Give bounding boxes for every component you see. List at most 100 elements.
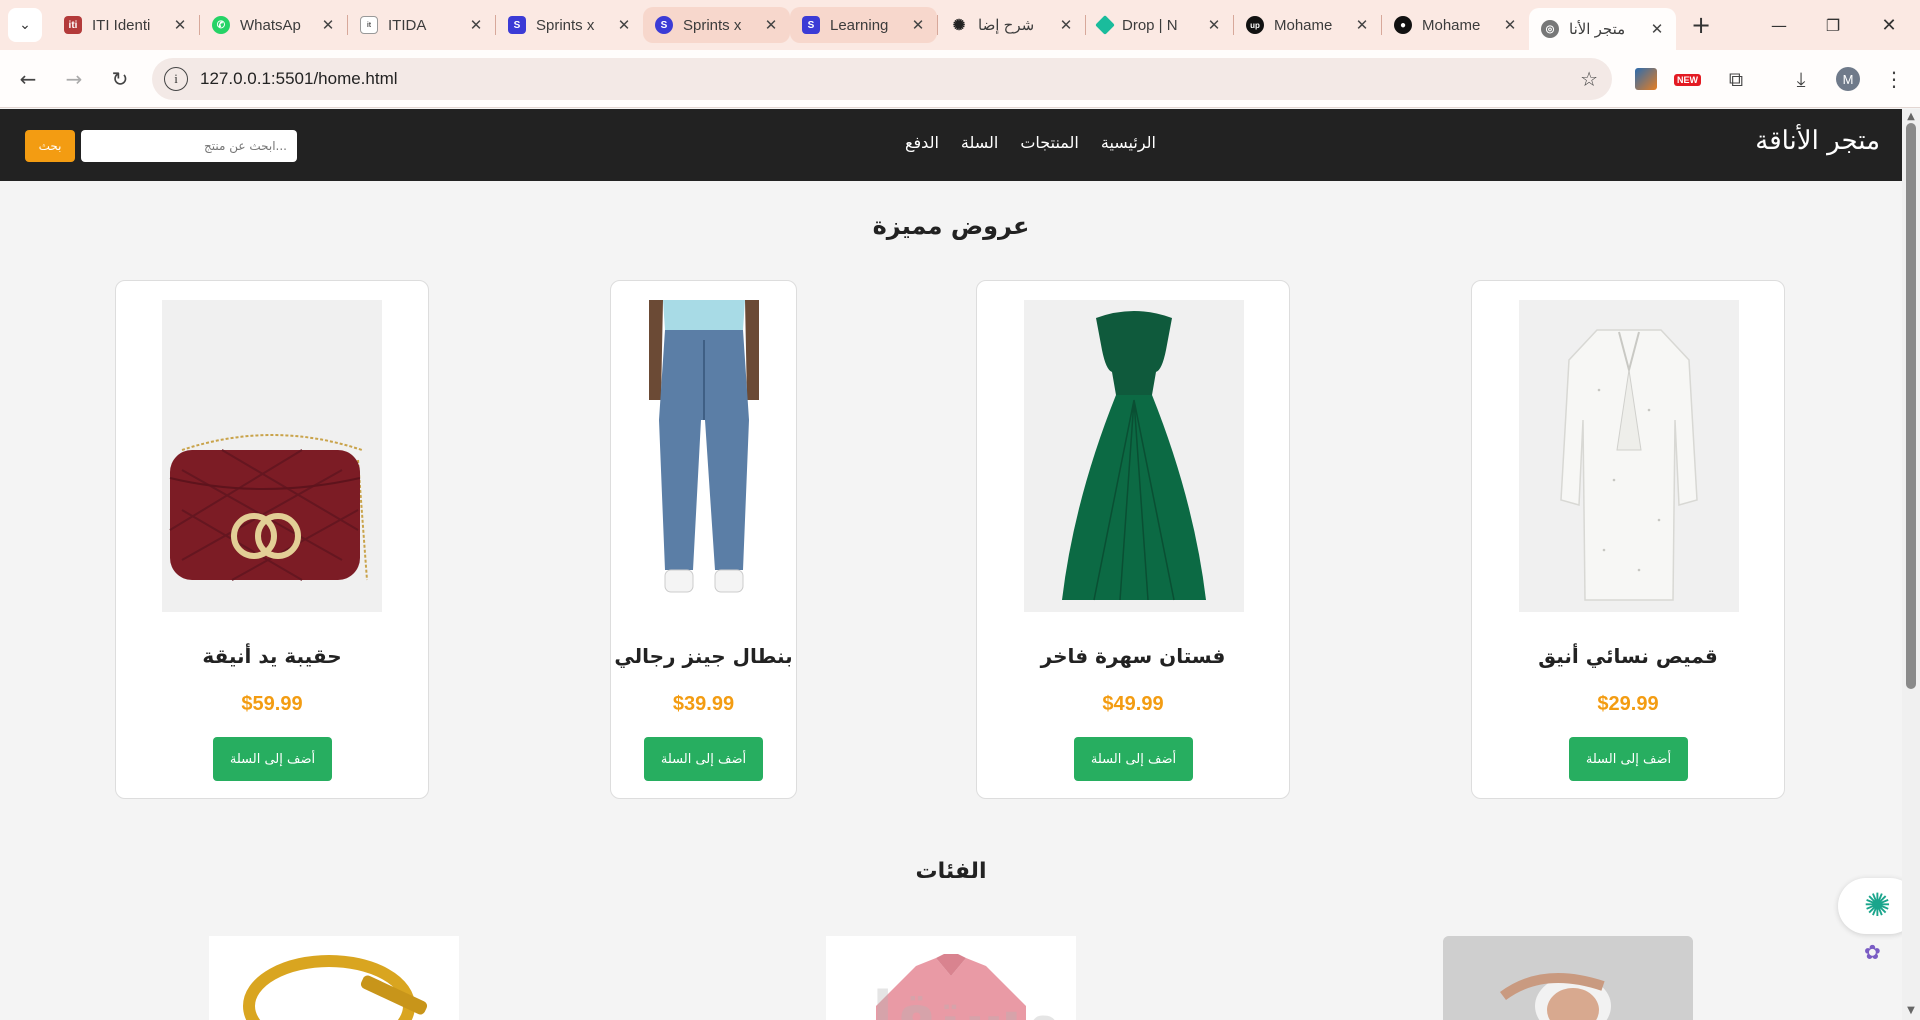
site-info-icon[interactable]: i <box>164 67 188 91</box>
scrollbar-thumb[interactable] <box>1906 123 1916 689</box>
profile-avatar[interactable]: M <box>1834 66 1862 92</box>
browser-tab[interactable]: ✆ WhatsAp ✕ <box>200 7 347 43</box>
reload-icon: ↻ <box>111 66 129 91</box>
menu-dots-icon[interactable]: ⋮ <box>1880 66 1908 92</box>
add-to-cart-button[interactable]: أضف إلى السلة <box>1569 737 1688 781</box>
tab-strip: iti ITI Identi ✕ ✆ WhatsAp ✕ it ITIDA ✕ … <box>52 0 1676 50</box>
add-to-cart-button[interactable]: أضف إلى السلة <box>213 737 332 781</box>
handbag-image[interactable] <box>162 300 382 612</box>
nav-link-home[interactable]: الرئيسية <box>1101 133 1156 152</box>
browser-tab[interactable]: S Learning ✕ <box>790 7 937 43</box>
upwork-icon: up <box>1246 16 1264 34</box>
restore-icon: ❐ <box>1825 15 1841 35</box>
browser-tab[interactable]: it ITIDA ✕ <box>348 7 495 43</box>
arrow-left-icon: ← <box>19 66 37 91</box>
browser-tab[interactable]: ● Mohame ✕ <box>1382 7 1529 43</box>
bracelet-category-image[interactable] <box>209 936 459 1020</box>
close-icon[interactable]: ✕ <box>467 16 485 34</box>
green-dress-image[interactable] <box>1024 300 1244 612</box>
sprints-icon: S <box>508 16 526 34</box>
product-name: بنطال جينز رجالي <box>614 644 793 668</box>
nav-link-checkout[interactable]: الدفع <box>905 133 939 152</box>
whatsapp-icon: ✆ <box>212 16 230 34</box>
scroll-down-icon[interactable]: ▼ <box>1906 1005 1916 1016</box>
web-page: متجر الأناقة الرئيسية المنتجات السلة الد… <box>0 109 1902 1020</box>
nav-link-cart[interactable]: السلة <box>961 133 998 152</box>
new-tab-button[interactable]: + <box>1684 8 1718 42</box>
minimize-button[interactable]: — <box>1752 0 1806 50</box>
tab-title: WhatsAp <box>240 16 301 34</box>
url-text[interactable]: 127.0.0.1:5501/home.html <box>200 69 398 89</box>
jeans-image[interactable] <box>643 300 765 612</box>
product-card: بنطال جينز رجالي $39.99 أضف إلى السلة <box>610 280 797 799</box>
nav-link-products[interactable]: المنتجات <box>1020 133 1079 152</box>
browser-tab[interactable]: ✺ شرح إضا ✕ <box>938 7 1085 43</box>
browser-tab-active[interactable]: ◎ متجر الأنا ✕ <box>1529 8 1676 50</box>
sprints-icon: S <box>655 16 673 34</box>
back-button[interactable]: ← <box>10 61 46 97</box>
brain-icon[interactable]: ✿ <box>1864 940 1881 964</box>
close-icon[interactable]: ✕ <box>171 16 189 34</box>
tab-title: ITIDA <box>388 16 427 34</box>
close-icon[interactable]: ✕ <box>1353 16 1371 34</box>
extension-colorful-icon <box>1635 68 1657 90</box>
tab-title: Mohame <box>1422 16 1481 34</box>
site-logo[interactable]: متجر الأناقة <box>1755 126 1880 156</box>
new-badge: NEW <box>1674 74 1701 86</box>
close-window-button[interactable]: ✕ <box>1862 0 1916 50</box>
tab-title: متجر الأنا <box>1569 21 1626 38</box>
close-icon[interactable]: ✕ <box>319 16 337 34</box>
forward-button[interactable]: → <box>56 61 92 97</box>
browser-tab[interactable]: S Sprints x ✕ <box>643 7 790 43</box>
close-icon[interactable]: ✕ <box>1205 16 1223 34</box>
close-icon[interactable]: ✕ <box>1501 16 1519 34</box>
browser-tab-bar: ⌄ iti ITI Identi ✕ ✆ WhatsAp ✕ it ITIDA … <box>0 0 1920 50</box>
minimize-icon: — <box>1771 15 1787 35</box>
browser-tab[interactable]: Drop | N ✕ <box>1086 7 1233 43</box>
product-price: $59.99 <box>241 693 303 715</box>
github-icon: ● <box>1394 16 1412 34</box>
tab-title: ITI Identi <box>92 16 151 34</box>
extensions-puzzle-icon[interactable]: ⧉ <box>1722 66 1750 92</box>
close-icon[interactable]: ✕ <box>762 16 780 34</box>
tab-title: Sprints x <box>536 16 595 34</box>
categories-title: الفئات <box>915 859 987 884</box>
close-icon[interactable]: ✕ <box>1057 16 1075 34</box>
product-price: $39.99 <box>672 693 735 715</box>
close-icon[interactable]: ✕ <box>615 16 633 34</box>
page-scrollbar[interactable]: ▲ ▼ <box>1902 109 1920 1020</box>
new-extension-icon[interactable]: NEW <box>1673 66 1709 92</box>
browser-tab[interactable]: up Mohame ✕ <box>1234 7 1381 43</box>
product-name: حقيبة يد أنيقة <box>202 644 342 668</box>
close-icon[interactable]: ✕ <box>909 16 927 34</box>
bookmark-star-icon[interactable]: ☆ <box>1580 67 1598 91</box>
tab-title: Learning <box>830 16 889 34</box>
reload-button[interactable]: ↻ <box>102 61 138 97</box>
openai-icon: ✺ <box>952 17 966 34</box>
product-name: قميص نسائي أنيق <box>1538 644 1718 668</box>
plus-icon: + <box>1690 11 1712 39</box>
drop-icon <box>1095 15 1115 35</box>
download-icon[interactable]: ⤓ <box>1787 66 1815 92</box>
search-button[interactable]: بحث <box>25 130 75 162</box>
browser-tab[interactable]: iti ITI Identi ✕ <box>52 7 199 43</box>
scroll-up-icon[interactable]: ▲ <box>1906 111 1916 122</box>
restore-button[interactable]: ❐ <box>1806 0 1860 50</box>
product-card: قميص نسائي أنيق $29.99 أضف إلى السلة <box>1471 280 1785 799</box>
mostaql-watermark: مستقل <box>841 979 1061 1020</box>
address-bar[interactable]: i 127.0.0.1:5501/home.html ☆ <box>152 58 1612 100</box>
globe-icon: ◎ <box>1541 20 1559 38</box>
tab-search-button[interactable]: ⌄ <box>8 8 42 42</box>
add-to-cart-button[interactable]: أضف إلى السلة <box>644 737 763 781</box>
browser-tab[interactable]: S Sprints x ✕ <box>496 7 643 43</box>
site-header: متجر الأناقة الرئيسية المنتجات السلة الد… <box>0 109 1902 181</box>
extension-icon[interactable] <box>1632 66 1660 92</box>
arrow-right-icon: → <box>65 66 83 91</box>
white-blouse-image[interactable] <box>1519 300 1739 612</box>
close-icon[interactable]: ✕ <box>1648 20 1666 38</box>
tab-title: Drop | N <box>1122 16 1178 34</box>
search-input[interactable] <box>81 130 297 162</box>
profile-initial: M <box>1836 67 1860 91</box>
add-to-cart-button[interactable]: أضف إلى السلة <box>1074 737 1193 781</box>
woman-category-image[interactable] <box>1443 936 1693 1020</box>
